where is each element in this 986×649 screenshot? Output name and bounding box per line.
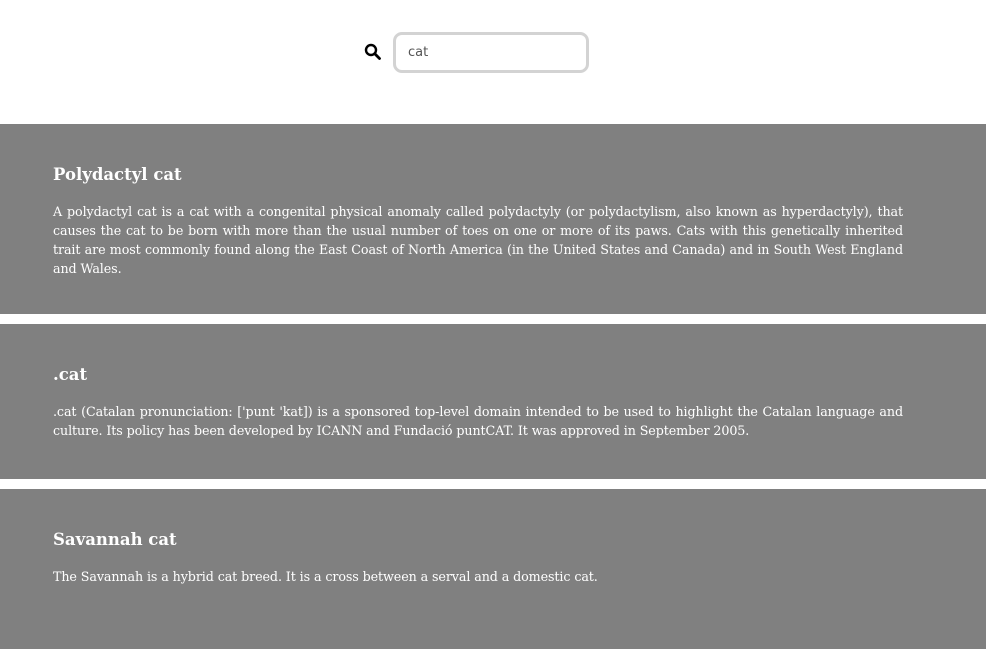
search-icon[interactable] [364, 43, 382, 61]
result-title[interactable]: .cat [53, 364, 903, 386]
result-snippet: The Savannah is a hybrid cat breed. It i… [53, 569, 598, 584]
result-title[interactable]: Polydactyl cat [53, 164, 903, 186]
result-snippet: A polydactyl cat is a cat with a congeni… [53, 204, 903, 276]
search-input[interactable] [393, 32, 589, 73]
result-card: Polydactyl cat A polydactyl cat is a cat… [0, 124, 986, 314]
result-title[interactable]: Savannah cat [53, 529, 903, 551]
result-card: .cat .cat (Catalan pronunciation: ['punt… [0, 324, 986, 479]
results-list: Polydactyl cat A polydactyl cat is a cat… [0, 124, 986, 649]
result-snippet: .cat (Catalan pronunciation: ['punt 'kat… [53, 404, 903, 438]
search-bar [0, 0, 986, 124]
result-card: Savannah cat The Savannah is a hybrid ca… [0, 489, 986, 649]
